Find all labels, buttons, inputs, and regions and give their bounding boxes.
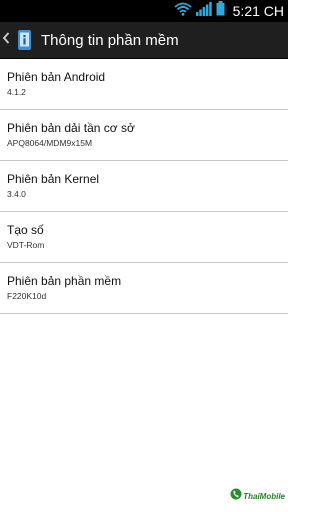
list-item-label: Tạo số [7,223,44,237]
list-item-label: Phiên bản Android [7,70,106,84]
clock: 5:21 CH [232,3,284,19]
list-item-value: 3.4.0 [7,189,26,199]
watermark-text: ThaiMobile [243,492,285,501]
list-item-baseband-version[interactable]: Phiên bản dải tần cơ sở APQ8064/MDM9x15M [0,110,288,161]
back-arrow-icon [2,31,10,49]
list-item-value: F220K10d [7,291,47,301]
list-item-label: Phiên bản phần mềm [7,274,122,288]
list-item-build-number[interactable]: Tạo số VDT-Rom [0,212,288,263]
list-item-value: 4.1.2 [7,87,26,97]
list-item-value: APQ8064/MDM9x15M [7,138,93,148]
list-item-label: Phiên bản dải tần cơ sở [7,121,135,135]
app-info-icon [13,29,35,51]
page-title: Thông tin phần mềm [41,31,179,49]
phone-logo-icon [230,487,242,506]
action-bar: Thông tin phần mềm [0,22,288,59]
status-icons: 5:21 CH [174,0,284,22]
list-item-software-version[interactable]: Phiên bản phần mềm F220K10d [0,263,288,314]
signal-icon [195,1,212,21]
back-button[interactable] [0,22,12,58]
watermark: ThaiMobile [230,487,285,506]
software-info-list: Phiên bản Android 4.1.2 Phiên bản dải tầ… [0,59,288,314]
status-bar: 5:21 CH [0,0,288,22]
wifi-icon [174,2,192,21]
list-item-label: Phiên bản Kernel [7,172,100,186]
list-item-value: VDT-Rom [7,240,45,250]
list-item-android-version[interactable]: Phiên bản Android 4.1.2 [0,59,288,110]
battery-icon [216,1,225,21]
list-item-kernel-version[interactable]: Phiên bản Kernel 3.4.0 [0,161,288,212]
